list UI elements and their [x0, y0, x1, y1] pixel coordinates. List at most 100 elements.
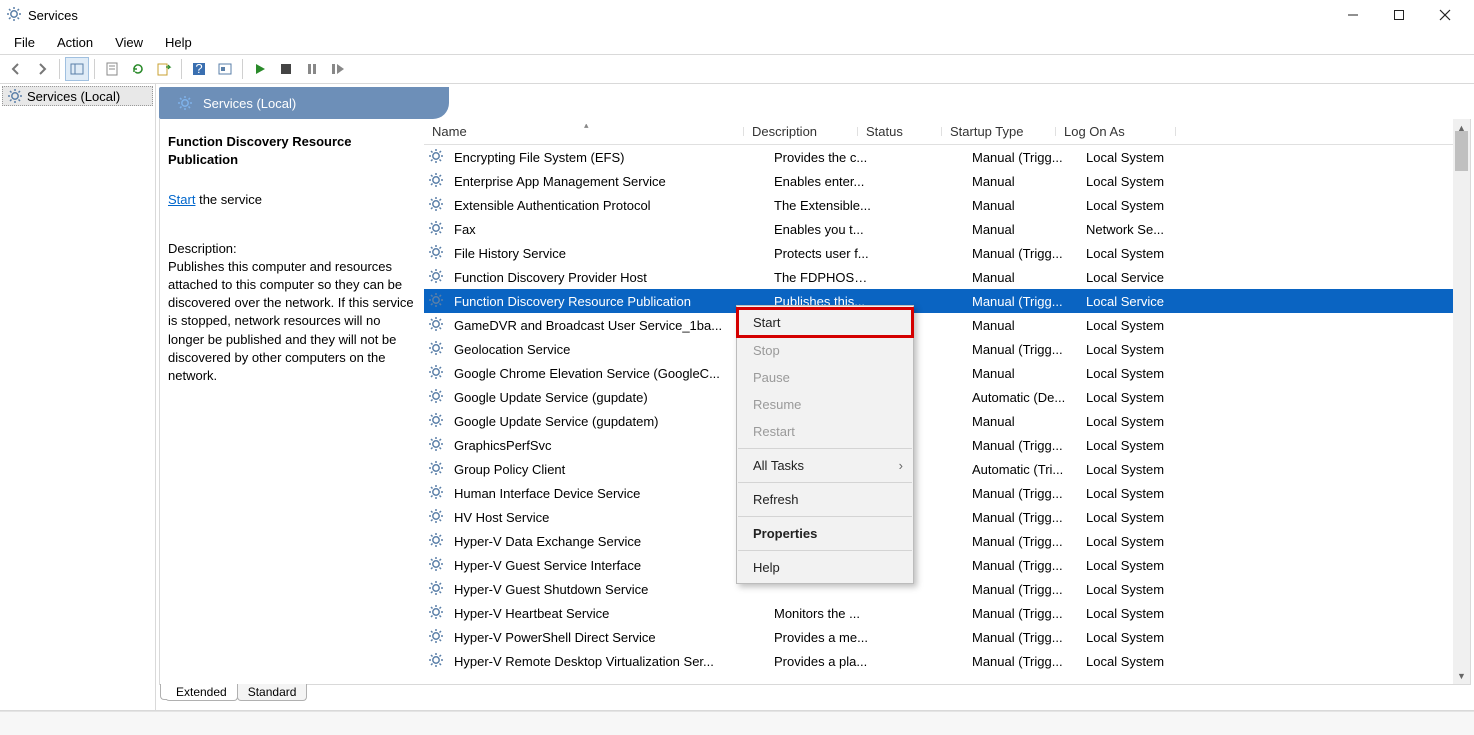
ctx-restart[interactable]: Restart	[737, 418, 913, 445]
service-row[interactable]: GameDVR and Broadcast User Service_1ba..…	[424, 313, 1470, 337]
caption-bar: Services (Local)	[159, 87, 1471, 119]
service-row[interactable]: Hyper-V PowerShell Direct ServiceProvide…	[424, 625, 1470, 649]
cell-log-on-as: Local System	[1078, 582, 1198, 597]
close-button[interactable]	[1422, 0, 1468, 30]
ctx-pause[interactable]: Pause	[737, 364, 913, 391]
help-button[interactable]: ?	[187, 57, 211, 81]
service-row[interactable]: Function Discovery Provider HostThe FDPH…	[424, 265, 1470, 289]
col-description[interactable]: Description	[744, 124, 858, 139]
service-row[interactable]: Hyper-V Heartbeat ServiceMonitors the ..…	[424, 601, 1470, 625]
ctx-help[interactable]: Help	[737, 554, 913, 581]
gear-icon	[428, 220, 444, 239]
gear-icon	[428, 268, 444, 287]
service-row[interactable]: Geolocation ServicegManual (Trigg...Loca…	[424, 337, 1470, 361]
cell-log-on-as: Local System	[1078, 366, 1198, 381]
restart-service-button[interactable]	[326, 57, 350, 81]
cell-startup-type: Manual	[964, 222, 1078, 237]
cell-description: Enables enter...	[766, 174, 880, 189]
menu-view[interactable]: View	[105, 33, 153, 52]
cell-name: Encrypting File System (EFS)	[446, 150, 766, 165]
cell-startup-type: Manual	[964, 366, 1078, 381]
cell-startup-type: Manual	[964, 198, 1078, 213]
cell-log-on-as: Local System	[1078, 150, 1198, 165]
maximize-button[interactable]	[1376, 0, 1422, 30]
service-row[interactable]: File History ServiceProtects user f...Ma…	[424, 241, 1470, 265]
cell-log-on-as: Local System	[1078, 654, 1198, 669]
gear-icon	[428, 148, 444, 167]
service-row[interactable]: Hyper-V Guest Shutdown ServiceManual (Tr…	[424, 577, 1470, 601]
cell-startup-type: Manual	[964, 270, 1078, 285]
start-service-button[interactable]	[248, 57, 272, 81]
gear-icon	[428, 340, 444, 359]
cell-name: Google Update Service (gupdatem)	[446, 414, 766, 429]
cell-startup-type: Automatic (Tri...	[964, 462, 1078, 477]
tab-extended[interactable]: Extended	[165, 684, 238, 701]
gear-icon	[428, 532, 444, 551]
ctx-properties[interactable]: Properties	[737, 520, 913, 547]
selected-service-name: Function Discovery Resource Publication	[168, 133, 414, 169]
cell-description: Enables you t...	[766, 222, 880, 237]
ctx-resume[interactable]: Resume	[737, 391, 913, 418]
service-row[interactable]: Google Chrome Elevation Service (GoogleC…	[424, 361, 1470, 385]
back-button[interactable]	[4, 57, 28, 81]
cell-startup-type: Manual	[964, 174, 1078, 189]
cell-name: HV Host Service	[446, 510, 766, 525]
menu-help[interactable]: Help	[155, 33, 202, 52]
properties-button[interactable]	[100, 57, 124, 81]
service-row[interactable]: Hyper-V Guest Service InterfaceManual (T…	[424, 553, 1470, 577]
ctx-refresh[interactable]: Refresh	[737, 486, 913, 513]
service-row[interactable]: HV Host ServiceManual (Trigg...Local Sys…	[424, 505, 1470, 529]
cell-startup-type: Manual (Trigg...	[964, 582, 1078, 597]
show-hide-tree-button[interactable]	[65, 57, 89, 81]
tab-standard[interactable]: Standard	[237, 684, 308, 701]
cell-name: Google Chrome Elevation Service (GoogleC…	[446, 366, 766, 381]
scroll-thumb[interactable]	[1455, 131, 1468, 171]
vertical-scrollbar[interactable]: ▲ ▼	[1453, 119, 1470, 684]
cell-name: Hyper-V Remote Desktop Virtualization Se…	[446, 654, 766, 669]
gear-icon	[428, 388, 444, 407]
service-row[interactable]: FaxEnables you t...ManualNetwork Se...	[424, 217, 1470, 241]
start-link-suffix: the service	[195, 192, 261, 207]
cell-description: Protects user f...	[766, 246, 880, 261]
cell-startup-type: Manual	[964, 414, 1078, 429]
stop-service-button[interactable]	[274, 57, 298, 81]
cell-log-on-as: Local System	[1078, 390, 1198, 405]
menu-file[interactable]: File	[4, 33, 45, 52]
service-row[interactable]: Enterprise App Management ServiceEnables…	[424, 169, 1470, 193]
gear-icon	[428, 556, 444, 575]
service-row[interactable]: Function Discovery Resource PublicationP…	[424, 289, 1470, 313]
minimize-button[interactable]	[1330, 0, 1376, 30]
service-row[interactable]: GraphicsPerfSvcManual (Trigg...Local Sys…	[424, 433, 1470, 457]
col-status[interactable]: Status	[858, 124, 942, 139]
ctx-all-tasks[interactable]: All Tasks	[737, 452, 913, 479]
detail-pane: Function Discovery Resource Publication …	[160, 119, 424, 684]
gear-icon	[428, 628, 444, 647]
service-row[interactable]: Google Update Service (gupdate)Automatic…	[424, 385, 1470, 409]
col-name[interactable]: Name	[424, 124, 744, 139]
cell-log-on-as: Local System	[1078, 174, 1198, 189]
col-log-on-as[interactable]: Log On As	[1056, 124, 1176, 139]
ctx-start[interactable]: Start	[736, 307, 914, 338]
pause-service-button[interactable]	[300, 57, 324, 81]
cell-name: GraphicsPerfSvc	[446, 438, 766, 453]
service-row[interactable]: Google Update Service (gupdatem)ManualLo…	[424, 409, 1470, 433]
service-row[interactable]: Encrypting File System (EFS)Provides the…	[424, 145, 1470, 169]
ctx-stop[interactable]: Stop	[737, 337, 913, 364]
menu-action[interactable]: Action	[47, 33, 103, 52]
scroll-down-arrow[interactable]: ▼	[1453, 667, 1470, 684]
service-row[interactable]: Hyper-V Data Exchange ServiceManual (Tri…	[424, 529, 1470, 553]
export-list-button[interactable]	[152, 57, 176, 81]
cell-log-on-as: Local System	[1078, 558, 1198, 573]
refresh-button[interactable]	[126, 57, 150, 81]
service-row[interactable]: Hyper-V Remote Desktop Virtualization Se…	[424, 649, 1470, 673]
start-link[interactable]: Start	[168, 192, 195, 207]
tree-node-services-local[interactable]: Services (Local)	[2, 86, 153, 106]
service-row[interactable]: Extensible Authentication ProtocolThe Ex…	[424, 193, 1470, 217]
col-startup-type[interactable]: Startup Type	[942, 124, 1056, 139]
gear-icon	[428, 316, 444, 335]
service-row[interactable]: Human Interface Device ServiceManual (Tr…	[424, 481, 1470, 505]
service-row[interactable]: Group Policy ClientgAutomatic (Tri...Loc…	[424, 457, 1470, 481]
gear-icon	[428, 604, 444, 623]
toolbar-icon[interactable]	[213, 57, 237, 81]
forward-button[interactable]	[30, 57, 54, 81]
